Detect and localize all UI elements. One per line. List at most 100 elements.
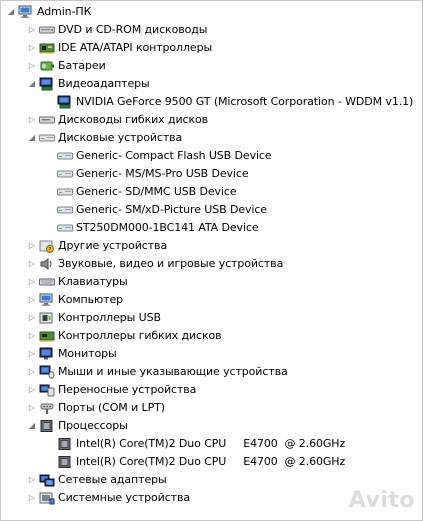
disk-drive-icon <box>57 167 73 181</box>
tree-node-label: Generic- MS/MS-Pro USB Device <box>76 167 249 180</box>
processor-icon <box>57 437 73 451</box>
tree-node-label: Дисковые устройства <box>58 131 183 144</box>
tree-node-device-cpu-1[interactable]: Intel(R) Core(TM)2 Duo CPU E4700 @ 2.60G… <box>1 435 422 453</box>
tree-node-category-dvd-cdrom[interactable]: ▷ DVD и CD-ROM дисководы <box>1 21 422 39</box>
collapse-arrow-icon[interactable]: ◢ <box>26 417 38 435</box>
tree-node-label: DVD и CD-ROM дисководы <box>58 23 208 36</box>
tree-node-label: Дисководы гибких дисков <box>58 113 209 126</box>
expand-arrow-icon[interactable]: ▷ <box>26 471 38 489</box>
tree-node-label: Переносные устройства <box>58 383 197 396</box>
expand-arrow-icon[interactable]: ▷ <box>26 111 38 129</box>
expand-arrow-icon[interactable]: ▷ <box>26 273 38 291</box>
unknown-device-icon: ? <box>39 239 55 253</box>
expand-arrow-icon[interactable]: ▷ <box>26 345 38 363</box>
expand-arrow-icon[interactable]: ▷ <box>26 291 38 309</box>
tree-node-device-sd-mmc[interactable]: Generic- SD/MMC USB Device <box>1 183 422 201</box>
tree-node-label: Клавиатуры <box>58 275 128 288</box>
tree-node-label: Generic- Compact Flash USB Device <box>76 149 272 162</box>
speaker-icon <box>39 257 55 271</box>
tree-node-category-other-devices[interactable]: ▷? Другие устройства <box>1 237 422 255</box>
dvd-drive-icon <box>39 23 55 37</box>
tree-node-category-usb-controllers[interactable]: ▷ Контроллеры USB <box>1 309 422 327</box>
expand-arrow-icon[interactable]: ▷ <box>26 237 38 255</box>
tree-node-category-ide-ata[interactable]: ▷ IDE ATA/ATAPI контроллеры <box>1 39 422 57</box>
keyboard-icon <box>39 275 55 289</box>
display-adapter-icon <box>57 95 73 109</box>
floppy-controller-icon <box>39 329 55 343</box>
device-tree: ◢ Admin-ПК ▷ DVD и CD-ROM дисководы ▷ IDE ATA… <box>1 3 422 507</box>
expand-arrow-icon[interactable]: ▷ <box>26 399 38 417</box>
tree-node-label: Generic- SD/MMC USB Device <box>76 185 237 198</box>
tree-node-device-ms-pro[interactable]: Generic- MS/MS-Pro USB Device <box>1 165 422 183</box>
disk-drive-icon <box>57 149 73 163</box>
tree-node-label: NVIDIA GeForce 9500 GT (Microsoft Corpor… <box>76 95 414 108</box>
computer-icon <box>18 5 34 19</box>
computer-icon <box>39 293 55 307</box>
usb-icon <box>39 311 55 325</box>
tree-node-device-st250dm000[interactable]: ST250DM000-1BC141 ATA Device <box>1 219 422 237</box>
display-adapter-icon <box>39 77 55 91</box>
tree-node-device-nvidia-9500gt[interactable]: NVIDIA GeForce 9500 GT (Microsoft Corpor… <box>1 93 422 111</box>
tree-node-label: Звуковые, видео и игровые устройства <box>58 257 284 270</box>
tree-node-node-admin-pc[interactable]: ◢ Admin-ПК <box>1 3 422 21</box>
tree-node-category-ports[interactable]: ▷ Порты (COM и LPT) <box>1 399 422 417</box>
tree-node-device-cpu-2[interactable]: Intel(R) Core(TM)2 Duo CPU E4700 @ 2.60G… <box>1 453 422 471</box>
tree-node-label: Компьютер <box>58 293 124 306</box>
tree-node-device-compact-flash[interactable]: Generic- Compact Flash USB Device <box>1 147 422 165</box>
tree-node-category-mice[interactable]: ▷ Мыши и иные указывающие устройства <box>1 363 422 381</box>
tree-node-category-monitors[interactable]: ▷ Мониторы <box>1 345 422 363</box>
tree-node-label: Admin-ПК <box>37 5 92 18</box>
tree-node-label: Сетевые адаптеры <box>58 473 167 486</box>
tree-node-label: Контроллеры USB <box>58 311 161 324</box>
tree-node-category-computer[interactable]: ▷ Компьютер <box>1 291 422 309</box>
tree-node-label: IDE ATA/ATAPI контроллеры <box>58 41 213 54</box>
network-adapter-icon <box>39 473 55 487</box>
expand-arrow-icon[interactable]: ▷ <box>26 255 38 273</box>
tree-node-label: Порты (COM и LPT) <box>58 401 165 414</box>
expand-arrow-icon[interactable]: ▷ <box>26 309 38 327</box>
tree-node-label: ST250DM000-1BC141 ATA Device <box>76 221 259 234</box>
tree-node-label: Контроллеры гибких дисков <box>58 329 222 342</box>
disk-drive-icon <box>57 221 73 235</box>
tree-node-category-batteries[interactable]: ▷ Батареи <box>1 57 422 75</box>
collapse-arrow-icon[interactable]: ◢ <box>26 75 38 93</box>
expand-arrow-icon[interactable]: ▷ <box>26 57 38 75</box>
tree-node-label: Мыши и иные указывающие устройства <box>58 365 288 378</box>
expand-arrow-icon[interactable]: ▷ <box>26 489 38 507</box>
tree-node-label: Процессоры <box>58 419 128 432</box>
disk-drive-icon <box>39 131 55 145</box>
tree-node-label: Intel(R) Core(TM)2 Duo CPU E4700 @ 2.60G… <box>76 437 346 450</box>
disk-drive-icon <box>57 185 73 199</box>
svg-text:?: ? <box>48 246 51 253</box>
mouse-icon <box>39 365 55 379</box>
expand-arrow-icon[interactable]: ▷ <box>26 21 38 39</box>
processor-icon <box>57 455 73 469</box>
tree-node-label: Батареи <box>58 59 106 72</box>
expand-arrow-icon[interactable]: ▷ <box>26 381 38 399</box>
tree-node-label: Мониторы <box>58 347 117 360</box>
ide-controller-icon <box>39 41 55 55</box>
avito-watermark: Avito <box>349 488 415 513</box>
battery-icon <box>39 59 55 73</box>
monitor-icon <box>39 347 55 361</box>
expand-arrow-icon[interactable]: ▷ <box>26 363 38 381</box>
tree-node-category-floppy-drives[interactable]: ▷ Дисководы гибких дисков <box>1 111 422 129</box>
tree-node-label: Другие устройства <box>58 239 168 252</box>
expand-arrow-icon[interactable]: ▷ <box>26 327 38 345</box>
tree-node-category-keyboards[interactable]: ▷ Клавиатуры <box>1 273 422 291</box>
tree-node-category-processors[interactable]: ◢ Процессоры <box>1 417 422 435</box>
tree-node-category-network-adapters[interactable]: ▷ Сетевые адаптеры <box>1 471 422 489</box>
tree-node-category-portable-devices[interactable]: ▷ Переносные устройства <box>1 381 422 399</box>
watermark-text: Avito <box>348 488 415 513</box>
expand-arrow-icon[interactable]: ▷ <box>26 39 38 57</box>
tree-node-category-floppy-controllers[interactable]: ▷ Контроллеры гибких дисков <box>1 327 422 345</box>
tree-node-category-sound-video-game[interactable]: ▷ Звуковые, видео и игровые устройства <box>1 255 422 273</box>
disk-drive-icon <box>57 203 73 217</box>
tree-node-category-video-adapters[interactable]: ◢ Видеоадаптеры <box>1 75 422 93</box>
port-icon <box>39 401 55 415</box>
portable-device-icon <box>39 383 55 397</box>
collapse-arrow-icon[interactable]: ◢ <box>5 3 17 21</box>
collapse-arrow-icon[interactable]: ◢ <box>26 129 38 147</box>
tree-node-category-disk-drives[interactable]: ◢ Дисковые устройства <box>1 129 422 147</box>
tree-node-device-sm-xd[interactable]: Generic- SM/xD-Picture USB Device <box>1 201 422 219</box>
